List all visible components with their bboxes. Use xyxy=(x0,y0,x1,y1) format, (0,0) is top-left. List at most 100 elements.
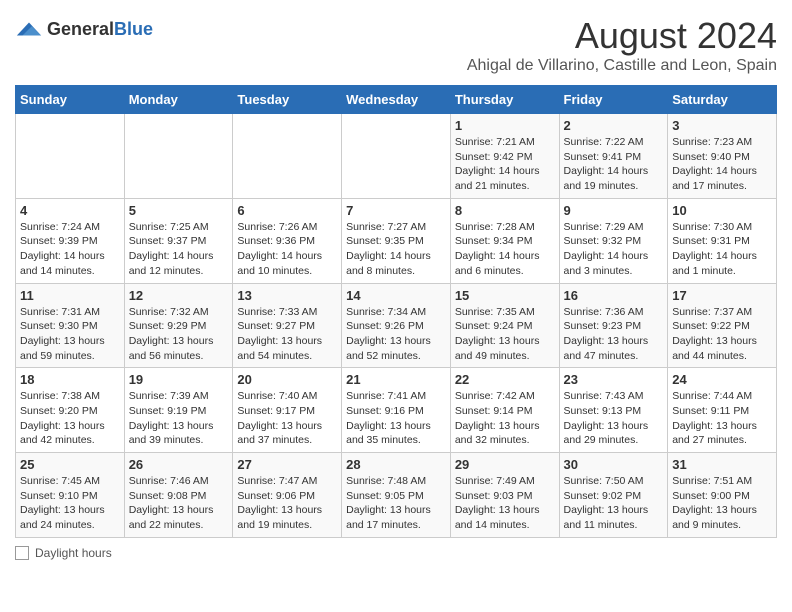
day-cell xyxy=(233,114,342,199)
day-info: Sunrise: 7:50 AM Sunset: 9:02 PM Dayligh… xyxy=(564,474,664,533)
day-number: 11 xyxy=(20,288,120,303)
day-info: Sunrise: 7:32 AM Sunset: 9:29 PM Dayligh… xyxy=(129,305,229,364)
col-header-friday: Friday xyxy=(559,86,668,114)
day-info: Sunrise: 7:41 AM Sunset: 9:16 PM Dayligh… xyxy=(346,389,446,448)
day-cell: 27Sunrise: 7:47 AM Sunset: 9:06 PM Dayli… xyxy=(233,453,342,538)
header-row: SundayMondayTuesdayWednesdayThursdayFrid… xyxy=(16,86,777,114)
day-number: 23 xyxy=(564,372,664,387)
logo-general: GeneralBlue xyxy=(47,19,153,40)
col-header-saturday: Saturday xyxy=(668,86,777,114)
day-number: 17 xyxy=(672,288,772,303)
day-number: 26 xyxy=(129,457,229,472)
day-info: Sunrise: 7:31 AM Sunset: 9:30 PM Dayligh… xyxy=(20,305,120,364)
day-number: 4 xyxy=(20,203,120,218)
week-row-0: 1 Sunrise: 7:21 AM Sunset: 9:42 PM Daylig… xyxy=(16,114,777,199)
day-cell: 31 Sunrise: 7:51 AM Sunset: 9:00 PM Dayli… xyxy=(668,453,777,538)
day-info: Sunrise: 7:45 AM Sunset: 9:10 PM Dayligh… xyxy=(20,474,120,533)
day-cell: 17 Sunrise: 7:37 AM Sunset: 9:22 PM Dayli… xyxy=(668,283,777,368)
day-info: Sunrise: 7:29 AM Sunset: 9:32 PM Dayligh… xyxy=(564,220,664,279)
day-number: 8 xyxy=(455,203,555,218)
day-info: Sunrise: 7:23 AM Sunset: 9:40 PM Dayligh… xyxy=(672,135,772,194)
week-row-1: 4 Sunrise: 7:24 AM Sunset: 9:39 PM Daylig… xyxy=(16,198,777,283)
day-number: 28 xyxy=(346,457,446,472)
day-info: Sunrise: 7:34 AM Sunset: 9:26 PM Dayligh… xyxy=(346,305,446,364)
day-cell xyxy=(16,114,125,199)
day-info: Sunrise: 7:35 AM Sunset: 9:24 PM Dayligh… xyxy=(455,305,555,364)
day-info: Sunrise: 7:28 AM Sunset: 9:34 PM Dayligh… xyxy=(455,220,555,279)
day-cell: 19 Sunrise: 7:39 AM Sunset: 9:19 PM Dayli… xyxy=(124,368,233,453)
day-number: 2 xyxy=(564,118,664,133)
day-number: 31 xyxy=(672,457,772,472)
day-info: Sunrise: 7:38 AM Sunset: 9:20 PM Dayligh… xyxy=(20,389,120,448)
day-number: 14 xyxy=(346,288,446,303)
col-header-wednesday: Wednesday xyxy=(342,86,451,114)
day-cell: 13Sunrise: 7:33 AM Sunset: 9:27 PM Dayli… xyxy=(233,283,342,368)
day-cell: 14 Sunrise: 7:34 AM Sunset: 9:26 PM Dayli… xyxy=(342,283,451,368)
day-cell: 22 Sunrise: 7:42 AM Sunset: 9:14 PM Dayli… xyxy=(450,368,559,453)
day-cell: 20Sunrise: 7:40 AM Sunset: 9:17 PM Dayli… xyxy=(233,368,342,453)
day-info: Sunrise: 7:42 AM Sunset: 9:14 PM Dayligh… xyxy=(455,389,555,448)
main-title: August 2024 xyxy=(467,15,777,57)
day-info: Sunrise: 7:21 AM Sunset: 9:42 PM Dayligh… xyxy=(455,135,555,194)
week-row-3: 18 Sunrise: 7:38 AM Sunset: 9:20 PM Dayli… xyxy=(16,368,777,453)
subtitle: Ahigal de Villarino, Castille and Leon, … xyxy=(467,57,777,75)
day-cell: 26Sunrise: 7:46 AM Sunset: 9:08 PM Dayli… xyxy=(124,453,233,538)
calendar-body: 1 Sunrise: 7:21 AM Sunset: 9:42 PM Daylig… xyxy=(16,114,777,538)
day-number: 22 xyxy=(455,372,555,387)
day-info: Sunrise: 7:25 AM Sunset: 9:37 PM Dayligh… xyxy=(129,220,229,279)
day-info: Sunrise: 7:43 AM Sunset: 9:13 PM Dayligh… xyxy=(564,389,664,448)
day-cell: 18 Sunrise: 7:38 AM Sunset: 9:20 PM Dayli… xyxy=(16,368,125,453)
footer: Daylight hours xyxy=(15,546,777,560)
daylight-box xyxy=(15,546,29,560)
day-cell xyxy=(342,114,451,199)
day-number: 18 xyxy=(20,372,120,387)
calendar-header: SundayMondayTuesdayWednesdayThursdayFrid… xyxy=(16,86,777,114)
col-header-tuesday: Tuesday xyxy=(233,86,342,114)
day-info: Sunrise: 7:39 AM Sunset: 9:19 PM Dayligh… xyxy=(129,389,229,448)
day-info: Sunrise: 7:36 AM Sunset: 9:23 PM Dayligh… xyxy=(564,305,664,364)
day-cell: 9Sunrise: 7:29 AM Sunset: 9:32 PM Daylig… xyxy=(559,198,668,283)
week-row-4: 25 Sunrise: 7:45 AM Sunset: 9:10 PM Dayli… xyxy=(16,453,777,538)
day-number: 21 xyxy=(346,372,446,387)
day-number: 29 xyxy=(455,457,555,472)
day-cell: 25 Sunrise: 7:45 AM Sunset: 9:10 PM Dayli… xyxy=(16,453,125,538)
day-info: Sunrise: 7:30 AM Sunset: 9:31 PM Dayligh… xyxy=(672,220,772,279)
day-number: 5 xyxy=(129,203,229,218)
day-cell: 29 Sunrise: 7:49 AM Sunset: 9:03 PM Dayli… xyxy=(450,453,559,538)
day-number: 27 xyxy=(237,457,337,472)
week-row-2: 11 Sunrise: 7:31 AM Sunset: 9:30 PM Dayli… xyxy=(16,283,777,368)
day-info: Sunrise: 7:27 AM Sunset: 9:35 PM Dayligh… xyxy=(346,220,446,279)
title-area: August 2024 Ahigal de Villarino, Castill… xyxy=(467,15,777,75)
day-number: 30 xyxy=(564,457,664,472)
day-info: Sunrise: 7:48 AM Sunset: 9:05 PM Dayligh… xyxy=(346,474,446,533)
day-number: 1 xyxy=(455,118,555,133)
day-info: Sunrise: 7:22 AM Sunset: 9:41 PM Dayligh… xyxy=(564,135,664,194)
logo-icon xyxy=(15,15,43,43)
col-header-sunday: Sunday xyxy=(16,86,125,114)
day-info: Sunrise: 7:44 AM Sunset: 9:11 PM Dayligh… xyxy=(672,389,772,448)
col-header-monday: Monday xyxy=(124,86,233,114)
day-cell: 15Sunrise: 7:35 AM Sunset: 9:24 PM Dayli… xyxy=(450,283,559,368)
day-number: 7 xyxy=(346,203,446,218)
day-number: 25 xyxy=(20,457,120,472)
day-info: Sunrise: 7:49 AM Sunset: 9:03 PM Dayligh… xyxy=(455,474,555,533)
day-cell: 1 Sunrise: 7:21 AM Sunset: 9:42 PM Daylig… xyxy=(450,114,559,199)
day-cell: 21 Sunrise: 7:41 AM Sunset: 9:16 PM Dayli… xyxy=(342,368,451,453)
day-number: 6 xyxy=(237,203,337,218)
day-number: 13 xyxy=(237,288,337,303)
day-info: Sunrise: 7:24 AM Sunset: 9:39 PM Dayligh… xyxy=(20,220,120,279)
day-cell: 8 Sunrise: 7:28 AM Sunset: 9:34 PM Daylig… xyxy=(450,198,559,283)
day-info: Sunrise: 7:51 AM Sunset: 9:00 PM Dayligh… xyxy=(672,474,772,533)
day-cell: 11 Sunrise: 7:31 AM Sunset: 9:30 PM Dayli… xyxy=(16,283,125,368)
day-info: Sunrise: 7:37 AM Sunset: 9:22 PM Dayligh… xyxy=(672,305,772,364)
header: GeneralBlue August 2024 Ahigal de Villar… xyxy=(15,15,777,75)
day-cell xyxy=(124,114,233,199)
day-number: 19 xyxy=(129,372,229,387)
day-number: 12 xyxy=(129,288,229,303)
daylight-label: Daylight hours xyxy=(35,546,112,560)
day-number: 3 xyxy=(672,118,772,133)
day-info: Sunrise: 7:26 AM Sunset: 9:36 PM Dayligh… xyxy=(237,220,337,279)
day-number: 10 xyxy=(672,203,772,218)
day-cell: 5 Sunrise: 7:25 AM Sunset: 9:37 PM Daylig… xyxy=(124,198,233,283)
day-number: 16 xyxy=(564,288,664,303)
